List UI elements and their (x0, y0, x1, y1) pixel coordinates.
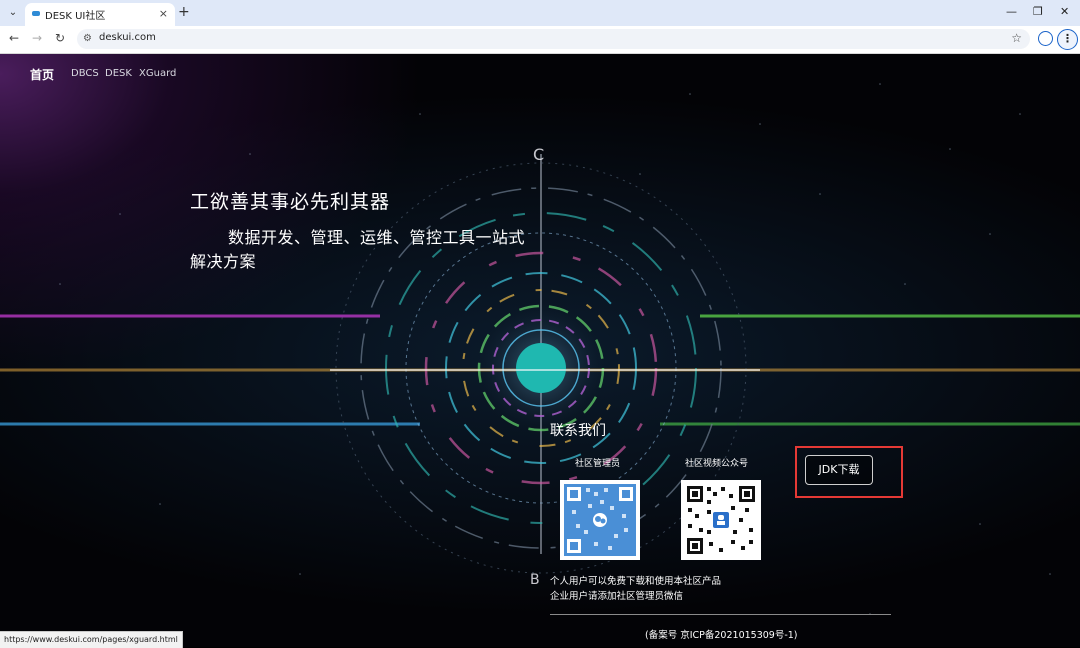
profile-icon[interactable] (1038, 31, 1053, 46)
usage-note-line1: 个人用户可以免费下载和使用本社区产品 (550, 576, 722, 587)
tab-close-icon[interactable]: × (159, 7, 168, 20)
nav-item-dbcs[interactable]: DBCS (71, 68, 99, 79)
tab-search-button[interactable]: ⌄ (4, 4, 22, 22)
qr-code-admin (560, 480, 640, 560)
hero-subtitle: 数据开发、管理、运维、管控工具一站式解决方案 (190, 228, 526, 271)
hero-background-art: C B (0, 83, 1080, 615)
browser-tab[interactable]: DESK UI社区 × (25, 3, 175, 26)
page-content: C B 首页 DBCS DESK XGuard 工欲善其事必先利其器 数据开发、… (0, 54, 1080, 647)
svg-text:C: C (533, 145, 544, 164)
status-bar-url: https://www.deskui.com/pages/xguard.html (0, 631, 183, 648)
new-tab-button[interactable]: + (178, 4, 190, 20)
usage-note: 个人用户可以免费下载和使用本社区产品 企业用户请添加社区管理员微信 (550, 574, 721, 604)
nav-item-xguard[interactable]: XGuard (139, 68, 176, 79)
usage-note-line2: 企业用户请添加社区管理员微信 (550, 591, 684, 602)
kebab-menu-icon[interactable]: ⋮ (1057, 29, 1078, 50)
url-text[interactable]: deskui.com (99, 32, 156, 43)
contact-title: 联系我们 (550, 423, 606, 439)
nav-item-desk[interactable]: DESK (105, 68, 132, 79)
qr-code-video (681, 480, 761, 560)
footer-divider (550, 614, 891, 615)
close-window-icon[interactable]: ✕ (1060, 5, 1069, 18)
browser-tab-strip: ⌄ DESK UI社区 × + — ❐ ✕ (0, 0, 1080, 26)
qr-admin-label: 社区管理员 (575, 459, 621, 469)
site-favicon-icon (32, 11, 40, 16)
svg-text:B: B (530, 572, 540, 588)
maximize-icon[interactable]: ❐ (1033, 5, 1043, 18)
star-icon[interactable]: ☆ (1011, 31, 1022, 45)
site-info-icon[interactable]: ⚙ (83, 33, 92, 44)
nav-home[interactable]: 首页 (30, 66, 54, 83)
qr-video-label: 社区视频公众号 (685, 459, 749, 469)
address-bar[interactable]: ⚙ deskui.com ☆ (77, 29, 1030, 49)
reload-icon[interactable]: ↻ (55, 31, 65, 45)
qr-video-image (687, 486, 755, 554)
hero-title: 工欲善其事必先利其器 (190, 191, 391, 213)
back-icon[interactable]: ← (9, 31, 19, 45)
forward-icon[interactable]: → (32, 31, 42, 45)
qr-admin-image (564, 484, 636, 556)
tab-title: DESK UI社区 (45, 11, 106, 22)
annotation-highlight-box (795, 446, 903, 498)
icp-record[interactable]: (备案号 京ICP备2021015309号-1) (645, 627, 798, 641)
browser-toolbar: ← → ↻ ⚙ deskui.com ☆ (0, 26, 1080, 54)
minimize-icon[interactable]: — (1006, 5, 1017, 18)
